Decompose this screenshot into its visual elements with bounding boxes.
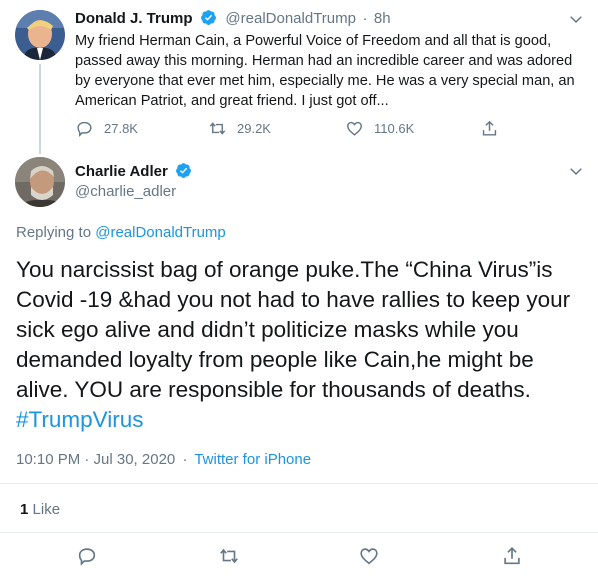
handle[interactable]: @realDonaldTrump [225, 10, 356, 27]
tweet-meta: 10:10 PM · Jul 30, 2020 · Twitter for iP… [16, 451, 311, 468]
reply-tweet-header: Charlie Adler [75, 162, 192, 181]
tweet-age[interactable]: 8h [374, 10, 391, 27]
timestamp[interactable]: 10:10 PM · Jul 30, 2020 [16, 451, 175, 468]
original-tweet-text: My friend Herman Cain, a Powerful Voice … [75, 33, 575, 109]
like-button[interactable] [358, 545, 380, 572]
chevron-down-icon[interactable] [567, 162, 585, 180]
replying-to-line: Replying to @realDonaldTrump [16, 224, 226, 241]
display-name[interactable]: Donald J. Trump [75, 10, 193, 27]
like-count: 110.6K [374, 121, 415, 136]
like-icon [347, 121, 362, 136]
replying-to-handle-link[interactable]: @realDonaldTrump [95, 224, 226, 241]
retweet-button[interactable] [218, 545, 240, 572]
like-icon [360, 548, 378, 565]
reply-count: 27.8K [104, 121, 138, 136]
reply-icon [77, 121, 92, 137]
share-button[interactable] [480, 119, 499, 138]
avatar-charlie-adler[interactable] [15, 157, 65, 207]
thread-connector-line [39, 64, 41, 154]
reply-button[interactable] [76, 545, 98, 572]
tweet-source-link[interactable]: Twitter for iPhone [194, 451, 311, 468]
verified-icon [201, 10, 216, 25]
reply-button[interactable]: 27.8K [75, 119, 138, 138]
share-icon [482, 120, 497, 136]
likes-label: Like [32, 501, 61, 518]
likes-count: 1 [20, 501, 29, 518]
avatar-trump[interactable] [15, 10, 65, 60]
original-tweet-header: Donald J. Trump @realDonaldTrump · 8h [75, 9, 391, 28]
divider [0, 483, 598, 484]
like-button[interactable]: 110.6K [345, 119, 414, 138]
reply-icon [78, 548, 96, 566]
retweet-icon [209, 122, 226, 135]
handle[interactable]: @charlie_adler [75, 183, 176, 200]
reply-text-body: You narcissist bag of orange puke.The “C… [16, 257, 571, 402]
display-name[interactable]: Charlie Adler [75, 163, 168, 180]
likes-summary[interactable]: 1 Like [20, 501, 60, 518]
hashtag-link[interactable]: #TrumpVirus [16, 407, 144, 432]
meta-separator: · [182, 451, 188, 468]
share-icon [504, 547, 520, 565]
replying-to-label: Replying to [16, 224, 92, 241]
retweet-button[interactable]: 29.2K [208, 119, 271, 138]
chevron-down-icon[interactable] [567, 10, 585, 28]
divider [0, 532, 598, 533]
verified-icon [176, 163, 192, 178]
retweet-icon [220, 548, 238, 564]
retweet-count: 29.2K [237, 121, 271, 136]
reply-tweet-text: You narcissist bag of orange puke.The “C… [16, 255, 584, 435]
separator: · [362, 10, 368, 27]
share-button[interactable] [501, 545, 523, 572]
